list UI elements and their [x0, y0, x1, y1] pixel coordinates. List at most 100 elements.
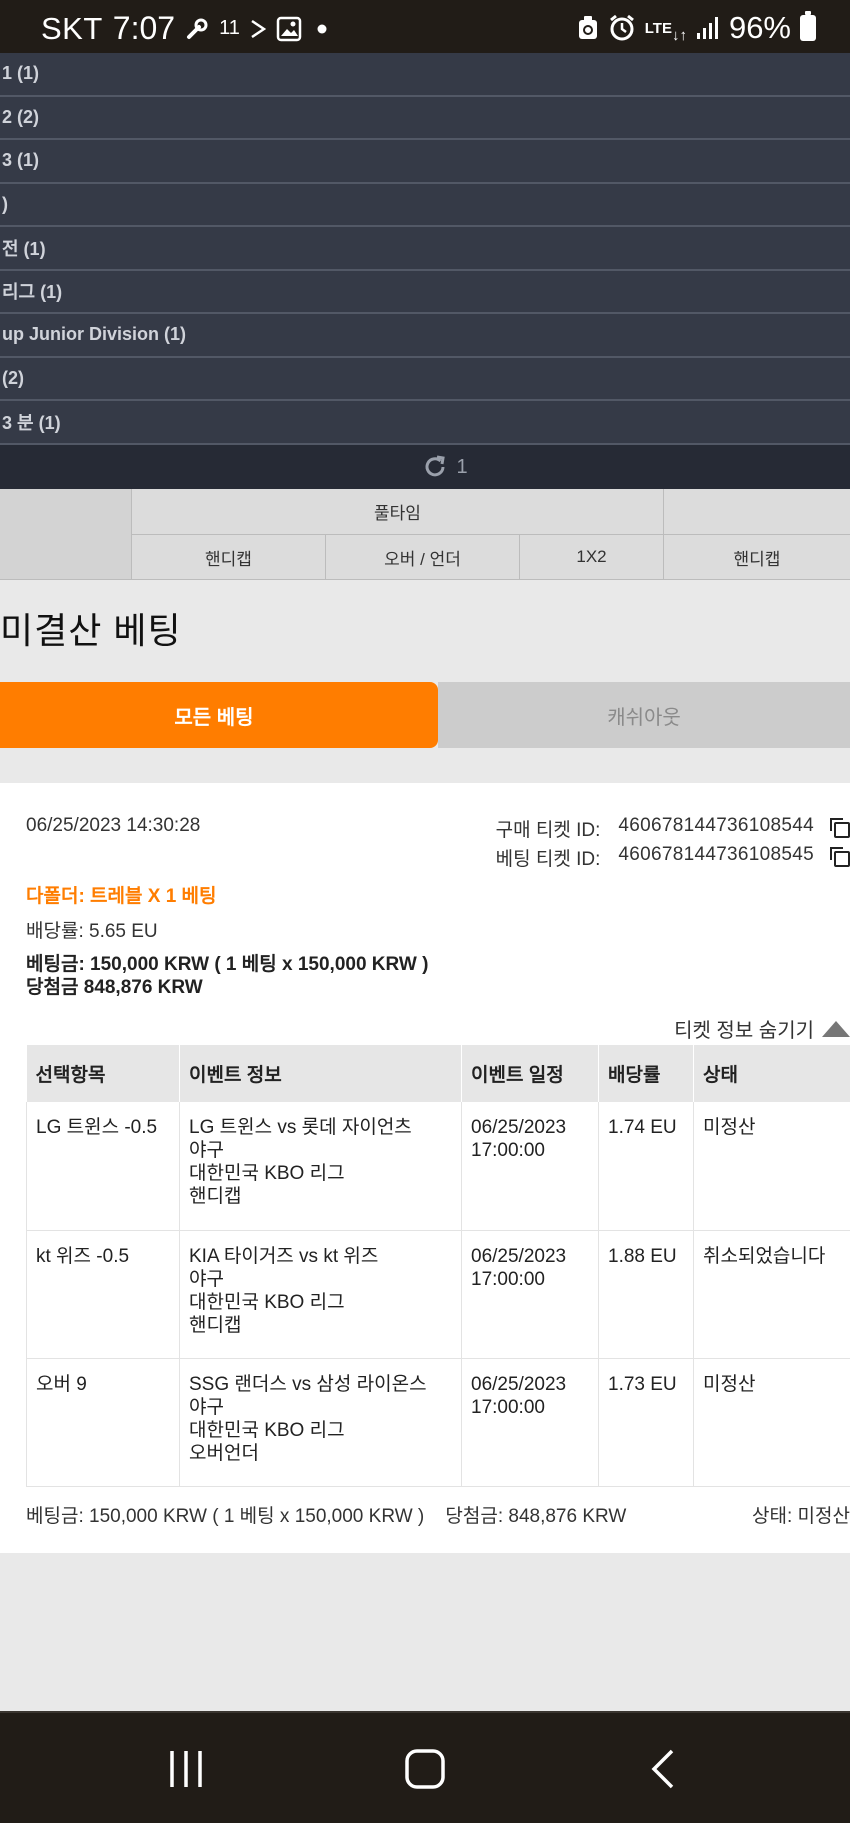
- purchase-ticket-row: 구매 티켓 ID: 460678144736108544: [496, 815, 814, 842]
- event-sport: 야구: [189, 1268, 224, 1290]
- odds-col-handicap-2[interactable]: 핸디캡: [663, 535, 850, 580]
- league-item[interactable]: 리그 (1): [0, 271, 850, 314]
- status-right: LTE ↓↑ 96%: [577, 10, 816, 46]
- home-icon[interactable]: [403, 1747, 447, 1791]
- event-date: 06/25/2023: [471, 1245, 567, 1267]
- odds-col-handicap[interactable]: 핸디캡: [131, 535, 325, 580]
- hide-ticket-info-button[interactable]: 티켓 정보 숨기기: [674, 1014, 850, 1043]
- purchase-ticket-label: 구매 티켓 ID:: [495, 820, 601, 841]
- league-item[interactable]: up Junior Division (1): [0, 314, 850, 358]
- table-header-row: 선택항목 이벤트 정보 이벤트 일정 배당률 상태: [26, 1045, 850, 1102]
- event-league: 대한민국 KBO 리그: [189, 1291, 345, 1313]
- league-item[interactable]: 3 (1): [0, 140, 850, 184]
- odds-header-blank: [0, 489, 131, 580]
- selections-table: 선택항목 이벤트 정보 이벤트 일정 배당률 상태 LG 트윈스 -0.5 LG…: [26, 1045, 850, 1487]
- bet-datetime: 06/25/2023 14:30:28: [26, 815, 201, 836]
- event-time: 17:00:00: [471, 1268, 545, 1290]
- selection-pick: 오버 9: [26, 1358, 180, 1487]
- selection-status: 미정산: [693, 1358, 850, 1487]
- recycle-icon: [577, 15, 599, 41]
- bet-winnings: 당첨금 848,876 KRW: [26, 977, 203, 998]
- lte-label: LTE: [644, 19, 672, 37]
- league-item[interactable]: ): [0, 184, 850, 227]
- copy-icon[interactable]: [828, 845, 850, 867]
- event-market: 핸디캡: [189, 1186, 242, 1207]
- selection-event-info: LG 트윈스 vs 롯데 자이언츠 야구 대한민국 KBO 리그 핸디캡: [179, 1102, 462, 1231]
- event-league: 대한민국 KBO 리그: [189, 1163, 345, 1184]
- table-row: LG 트윈스 -0.5 LG 트윈스 vs 롯데 자이언츠 야구 대한민국 KB…: [26, 1102, 850, 1231]
- col-header-selection: 선택항목: [26, 1045, 180, 1102]
- selection-pick: LG 트윈스 -0.5: [26, 1102, 180, 1231]
- purchase-ticket-id: 460678144736108544: [618, 815, 814, 836]
- selection-odds: 1.73 EU: [598, 1358, 694, 1487]
- battery-percent: 96%: [728, 10, 791, 45]
- col-header-odds: 배당률: [598, 1045, 694, 1102]
- carrier-label: SKT: [41, 10, 103, 46]
- odds-group-fulltime: 풀타임: [131, 489, 663, 535]
- odds-col-over-under[interactable]: 오버 / 언더: [325, 535, 519, 580]
- selection-pick: kt 위즈 -0.5: [26, 1230, 180, 1359]
- bet-ticket-id: 460678144736108545: [618, 844, 814, 865]
- event-market: 핸디캡: [189, 1314, 242, 1336]
- hide-ticket-info-label: 티켓 정보 숨기기: [674, 1020, 814, 1042]
- event-time: 17:00:00: [471, 1396, 545, 1418]
- event-name: LG 트윈스 vs 롯데 자이언츠: [189, 1117, 412, 1138]
- status-left: SKT 7:07 11: [41, 10, 332, 47]
- event-date: 06/25/2023: [471, 1373, 567, 1395]
- league-item[interactable]: 2 (2): [0, 97, 850, 140]
- bet-type: 다폴더: 트레블 X 1 베팅: [26, 886, 217, 907]
- league-item[interactable]: 1 (1): [0, 53, 850, 97]
- selection-status: 취소되었습니다: [693, 1230, 850, 1359]
- selection-status: 미정산: [693, 1102, 850, 1231]
- selection-event-info: KIA 타이거즈 vs kt 위즈 야구 대한민국 KBO 리그 핸디캡: [179, 1230, 462, 1359]
- bet-footer-summary: 베팅금: 150,000 KRW ( 1 베팅 x 150,000 KRW ) …: [26, 1501, 626, 1528]
- navigation-bar: [0, 1711, 850, 1823]
- league-item[interactable]: (2): [0, 358, 850, 401]
- selection-odds: 1.74 EU: [598, 1102, 694, 1231]
- bet-odds: 배당률: 5.65 EU: [26, 921, 158, 942]
- league-list: 1 (1) 2 (2) 3 (1) ) 전 (1) 리그 (1) up Juni…: [0, 53, 850, 445]
- col-header-status: 상태: [693, 1045, 850, 1102]
- table-row: kt 위즈 -0.5 KIA 타이거즈 vs kt 위즈 야구 대한민국 KBO…: [26, 1230, 850, 1359]
- mini-label: 11: [219, 17, 240, 39]
- gallery-icon: [276, 16, 302, 42]
- odds-col-1x2[interactable]: 1X2: [519, 535, 663, 580]
- selection-schedule: 06/25/2023 17:00:00: [461, 1102, 599, 1231]
- bet-card: 06/25/2023 14:30:28 구매 티켓 ID: 4606781447…: [0, 783, 850, 1553]
- selection-schedule: 06/25/2023 17:00:00: [461, 1230, 599, 1359]
- event-sport: 야구: [189, 1140, 224, 1161]
- tab-all-bets[interactable]: 모든 베팅: [0, 682, 438, 748]
- clock: 7:07: [112, 10, 176, 46]
- cast-icon: [250, 19, 266, 39]
- copy-icon[interactable]: [828, 816, 850, 838]
- footer-stake: 베팅금: 150,000 KRW ( 1 베팅 x 150,000 KRW ): [26, 1506, 425, 1527]
- bet-ticket-label: 베팅 티켓 ID:: [495, 849, 601, 870]
- odds-header: 풀타임 핸디캡 오버 / 언더 1X2 핸디캡: [0, 489, 850, 580]
- league-item[interactable]: 3 분 (1): [0, 401, 850, 445]
- refresh-icon: [425, 455, 446, 477]
- bet-ticket-row: 베팅 티켓 ID: 460678144736108545: [496, 844, 814, 871]
- col-header-event: 이벤트 정보: [179, 1045, 462, 1102]
- footer-status: 상태: 미정산: [752, 1506, 850, 1527]
- event-time: 17:00:00: [471, 1140, 545, 1161]
- event-league: 대한민국 KBO 리그: [189, 1419, 345, 1441]
- table-row: 오버 9 SSG 랜더스 vs 삼성 라이온스 야구 대한민국 KBO 리그 오…: [26, 1358, 850, 1487]
- league-item[interactable]: 전 (1): [0, 227, 850, 271]
- tab-cashout[interactable]: 캐쉬아웃: [438, 682, 850, 748]
- wrench-icon: [185, 17, 209, 41]
- selection-event-info: SSG 랜더스 vs 삼성 라이온스 야구 대한민국 KBO 리그 오버언더: [179, 1358, 462, 1487]
- alarm-icon: [608, 14, 636, 42]
- event-name: SSG 랜더스 vs 삼성 라이온스: [189, 1373, 427, 1395]
- battery-icon: [800, 11, 816, 41]
- footer-winnings: 당첨금: 848,876 KRW: [445, 1506, 627, 1527]
- selection-odds: 1.88 EU: [598, 1230, 694, 1359]
- status-bar: SKT 7:07 11 LTE ↓↑ 96%: [0, 0, 850, 53]
- back-icon[interactable]: [648, 1747, 678, 1791]
- recent-apps-icon[interactable]: [166, 1747, 206, 1791]
- selection-schedule: 06/25/2023 17:00:00: [461, 1358, 599, 1487]
- refresh-bar[interactable]: 1: [0, 445, 850, 489]
- notification-dot-icon: [312, 19, 332, 39]
- caret-up-icon: [822, 1020, 850, 1037]
- section-title: 미결산 베팅: [0, 610, 182, 651]
- odds-group-right: [663, 489, 850, 535]
